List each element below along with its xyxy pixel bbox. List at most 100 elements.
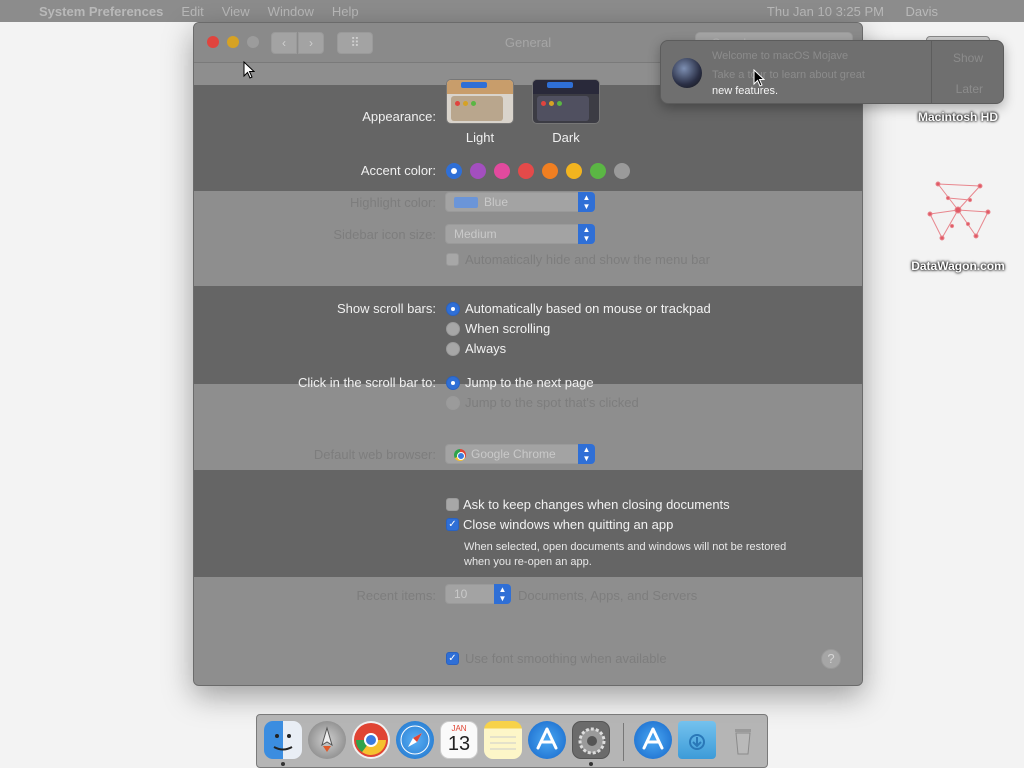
notification-body-line1: Take a tour to learn about great xyxy=(712,69,865,81)
downloads-folder-icon[interactable] xyxy=(678,721,716,759)
font-smoothing-checkbox[interactable]: ✓ xyxy=(446,652,459,665)
accent-color-swatch[interactable] xyxy=(446,163,462,179)
sidebar-icon-size-label: Sidebar icon size: xyxy=(333,227,436,242)
accent-color-swatch[interactable] xyxy=(542,163,558,179)
notification-banner[interactable]: Welcome to macOS Mojave Take a tour to l… xyxy=(660,40,1004,104)
system-preferences-window: ‹ › ⠿ General ⌕ Search Appearance: Light… xyxy=(193,22,863,686)
scroll-bars-when-scrolling-label: When scrolling xyxy=(465,321,551,336)
accent-color-swatch[interactable] xyxy=(470,163,486,179)
default-browser-value: Google Chrome xyxy=(471,447,556,461)
calendar-icon[interactable]: JAN 13 xyxy=(440,721,478,759)
jump-to-spot-label: Jump to the spot that's clicked xyxy=(465,395,639,410)
scroll-bars-always-radio[interactable] xyxy=(446,342,460,356)
dock: JAN 13 xyxy=(256,714,768,768)
highlight-color-value: Blue xyxy=(484,195,509,209)
mouse-pointer-icon xyxy=(753,69,765,87)
desktop-icon-label: DataWagon.com xyxy=(911,259,1005,273)
accent-color-swatch[interactable] xyxy=(590,163,606,179)
mouse-pointer-icon xyxy=(243,61,255,79)
notes-icon[interactable] xyxy=(484,721,522,759)
scroll-bars-always-label: Always xyxy=(465,341,507,356)
datawagon-logo-icon xyxy=(927,181,991,241)
trash-icon[interactable] xyxy=(724,721,762,759)
chevron-updown-icon: ▲ ▼ xyxy=(494,584,511,604)
finder-icon[interactable] xyxy=(264,721,302,759)
app-store-icon[interactable] xyxy=(528,721,566,759)
ask-keep-changes-checkbox[interactable] xyxy=(446,498,459,511)
chevron-updown-icon: ▲ ▼ xyxy=(578,444,595,464)
notification-show-button[interactable]: Show xyxy=(953,51,983,65)
notification-title: Welcome to macOS Mojave xyxy=(712,50,849,62)
dock-separator xyxy=(623,723,624,761)
font-smoothing-label: Use font smoothing when available xyxy=(465,651,667,666)
desktop-icon-label: Macintosh HD xyxy=(917,110,998,124)
accent-color-label: Accent color: xyxy=(360,163,436,178)
menubar-clock[interactable]: Thu Jan 10 3:25 PM xyxy=(767,4,884,19)
jump-next-page-label: Jump to the next page xyxy=(465,375,594,390)
accent-color-swatch[interactable] xyxy=(494,163,510,179)
chrome-icon[interactable] xyxy=(352,721,390,759)
notification-body: Take a tour to learn about great new fea… xyxy=(712,67,922,99)
default-browser-popup[interactable]: Google Chrome ▲ ▼ xyxy=(445,444,595,464)
highlight-color-label: Highlight color: xyxy=(350,195,436,210)
running-indicator xyxy=(281,762,285,766)
auto-hide-menubar-label: Automatically hide and show the menu bar xyxy=(465,252,710,267)
recent-items-popup[interactable]: 10 ▲ ▼ xyxy=(445,584,511,604)
recent-items-label: Recent items: xyxy=(356,588,436,603)
menu-view[interactable]: View xyxy=(213,4,259,19)
help-icon: ? xyxy=(827,651,835,666)
checkmark-icon: ✓ xyxy=(448,653,457,664)
notification-later-button[interactable]: Later xyxy=(956,82,983,96)
notification-body-line2: new features. xyxy=(712,85,779,97)
menubar-user[interactable]: Davis xyxy=(905,4,938,19)
app-store-download-icon[interactable] xyxy=(634,721,672,759)
appearance-label: Appearance: xyxy=(362,109,436,124)
safari-icon[interactable] xyxy=(396,721,434,759)
macos-mojave-icon xyxy=(672,58,702,88)
system-preferences-icon[interactable] xyxy=(572,721,610,759)
color-swatch-icon xyxy=(454,197,478,209)
scroll-bars-when-scrolling-radio[interactable] xyxy=(446,322,460,336)
desktop-icon-datawagon[interactable]: DataWagon.com xyxy=(903,170,1013,273)
accent-color-swatch[interactable] xyxy=(614,163,630,179)
appearance-light-caption: Light xyxy=(465,130,495,145)
click-scroll-bar-label: Click in the scroll bar to: xyxy=(298,375,436,390)
show-scroll-bars-label: Show scroll bars: xyxy=(337,301,436,316)
chevron-updown-icon: ▲ ▼ xyxy=(578,224,595,244)
chrome-icon xyxy=(454,448,466,461)
default-browser-label: Default web browser: xyxy=(313,447,436,462)
sidebar-icon-size-value: Medium xyxy=(454,227,497,241)
accent-color-swatch[interactable] xyxy=(518,163,534,179)
jump-next-page-radio[interactable] xyxy=(446,376,460,390)
scroll-bars-auto-radio[interactable] xyxy=(446,302,460,316)
menu-help[interactable]: Help xyxy=(323,4,368,19)
recent-items-value: 10 xyxy=(454,587,468,601)
menu-window[interactable]: Window xyxy=(259,4,323,19)
launchpad-icon[interactable] xyxy=(308,721,346,759)
running-indicator xyxy=(589,762,593,766)
close-windows-note-line2: when you re-open an app. xyxy=(464,556,592,568)
recent-items-suffix: Documents, Apps, and Servers xyxy=(518,588,698,603)
close-windows-checkbox[interactable]: ✓ xyxy=(446,518,459,531)
checkmark-icon: ✓ xyxy=(448,519,457,530)
menu-app-name[interactable]: System Preferences xyxy=(30,4,172,19)
accent-color-swatch[interactable] xyxy=(566,163,582,179)
jump-to-spot-radio[interactable] xyxy=(446,396,460,410)
highlight-color-popup[interactable]: Blue ▲ ▼ xyxy=(445,192,595,212)
appearance-dark-option[interactable] xyxy=(532,79,600,124)
chevron-updown-icon: ▲ ▼ xyxy=(578,192,595,212)
calendar-month: JAN xyxy=(451,724,467,733)
menu-bar: System Preferences Edit View Window Help… xyxy=(0,0,1024,22)
close-windows-note-line1: When selected, open documents and window… xyxy=(464,541,787,553)
help-button[interactable]: ? xyxy=(821,649,841,669)
scroll-bars-auto-label: Automatically based on mouse or trackpad xyxy=(465,301,711,316)
menu-edit[interactable]: Edit xyxy=(172,4,212,19)
notification-divider xyxy=(931,41,932,103)
close-windows-label: Close windows when quitting an app xyxy=(463,517,674,532)
ask-keep-changes-label: Ask to keep changes when closing documen… xyxy=(463,497,730,512)
sidebar-icon-size-popup[interactable]: Medium ▲ ▼ xyxy=(445,224,595,244)
appearance-dark-caption: Dark xyxy=(552,130,580,145)
auto-hide-menubar-checkbox[interactable] xyxy=(446,253,459,266)
appearance-light-option[interactable] xyxy=(446,79,514,124)
calendar-day: 13 xyxy=(447,733,471,755)
